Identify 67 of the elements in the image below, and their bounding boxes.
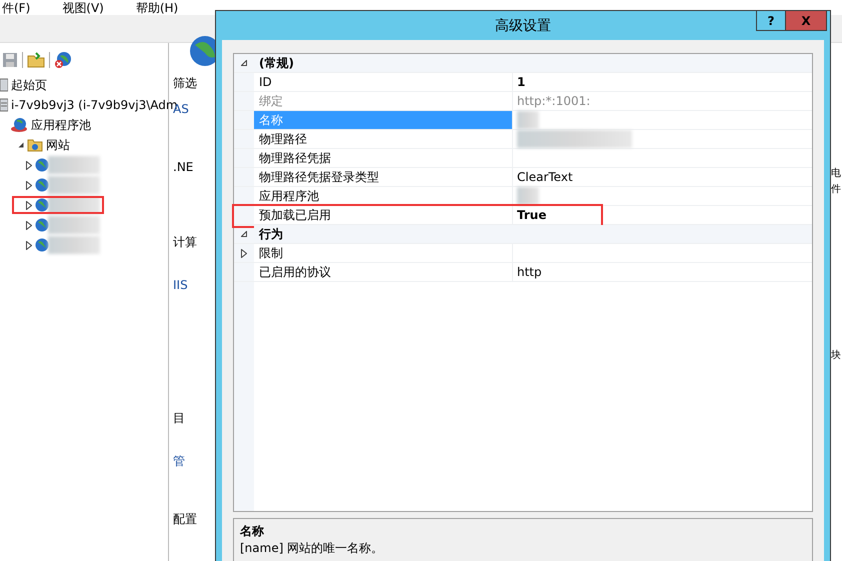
expand-arrow-icon[interactable] [241,248,247,258]
server-icon [0,98,8,112]
menu-item[interactable]: 帮助(H) [134,2,180,15]
property-row[interactable]: 物理路径凭据 [234,149,812,168]
description-text: [name] 网站的唯一名称。 [240,540,384,557]
tree-item[interactable]: 应用程序池 [31,116,91,134]
property-value: http:*:1001: [517,93,590,110]
property-row[interactable]: 应用程序池 [234,187,812,206]
section-label: 计算 [173,234,197,250]
tree-row[interactable]: 起始页 [0,75,168,95]
property-name[interactable]: 限制 [254,244,513,262]
close-button[interactable]: X [785,10,827,31]
expand-arrow-icon[interactable] [26,200,32,210]
property-row[interactable]: 物理路径 [234,130,812,149]
property-value: True [517,207,546,224]
section-label: 目 [173,410,185,426]
expand-arrow-icon[interactable] [26,180,32,190]
folder-icon [27,138,43,152]
side-label: 件 [831,183,842,197]
category-label[interactable]: 行为 [254,225,812,243]
property-row[interactable]: 物理路径凭据登录类型 ClearText [234,168,812,187]
description-title: 名称 [240,523,264,540]
property-name[interactable]: 物理路径 [254,130,513,148]
tree-item[interactable]: 起始页 [11,76,47,94]
menu-item[interactable]: 视图(V) [60,2,106,15]
link[interactable]: IIS [173,277,188,293]
window-title: 高级设置 [495,16,551,34]
tree-row[interactable]: 应用程序池 [0,115,168,135]
tree-row[interactable]: 网站 [0,135,168,155]
property-value: http [517,264,542,281]
globe-icon [35,178,49,192]
globe-icon [35,158,49,172]
expand-arrow-icon[interactable] [26,240,32,250]
property-name[interactable]: ID [254,73,513,91]
side-label: 块 [831,348,842,363]
property-name[interactable]: 已启用的协议 [254,263,513,281]
collapse-arrow-icon[interactable] [18,142,24,148]
property-value: ClearText [517,169,573,186]
property-row[interactable]: ID 1 [234,73,812,92]
app-pool-icon [10,117,28,133]
section-label: 筛选 [173,75,197,91]
save-icon[interactable] [2,52,18,68]
property-row[interactable]: 限制 [234,244,812,263]
expand-arrow-icon[interactable] [26,220,32,230]
globe-icon [35,218,49,232]
collapse-arrow-icon[interactable] [241,231,247,237]
link[interactable]: 管 [173,453,185,469]
globe-icon [35,198,49,212]
folder-icon[interactable] [27,52,45,68]
menu-item[interactable]: 件(F) [0,2,32,15]
property-name[interactable]: 应用程序池 [254,187,513,205]
property-row[interactable]: 已启用的协议 http [234,263,812,282]
globe-icon [35,238,49,252]
collapse-arrow-icon[interactable] [241,60,247,66]
tree-item[interactable]: 网站 [46,136,70,154]
property-value: 1 [517,74,526,91]
globe-disconnect-icon[interactable] [54,51,72,69]
expand-arrow-icon[interactable] [26,160,32,170]
help-button[interactable]: ? [756,10,786,31]
property-name[interactable]: 预加载已启用 [254,206,513,224]
property-name[interactable]: 物理路径凭据 [254,149,513,167]
side-label: 电 [831,166,842,181]
server-icon [0,78,8,92]
property-name[interactable]: 物理路径凭据登录类型 [254,168,513,186]
section-label: .NE [173,159,194,175]
category-label[interactable]: (常规) [254,54,812,72]
section-label: 配置 [173,511,197,527]
